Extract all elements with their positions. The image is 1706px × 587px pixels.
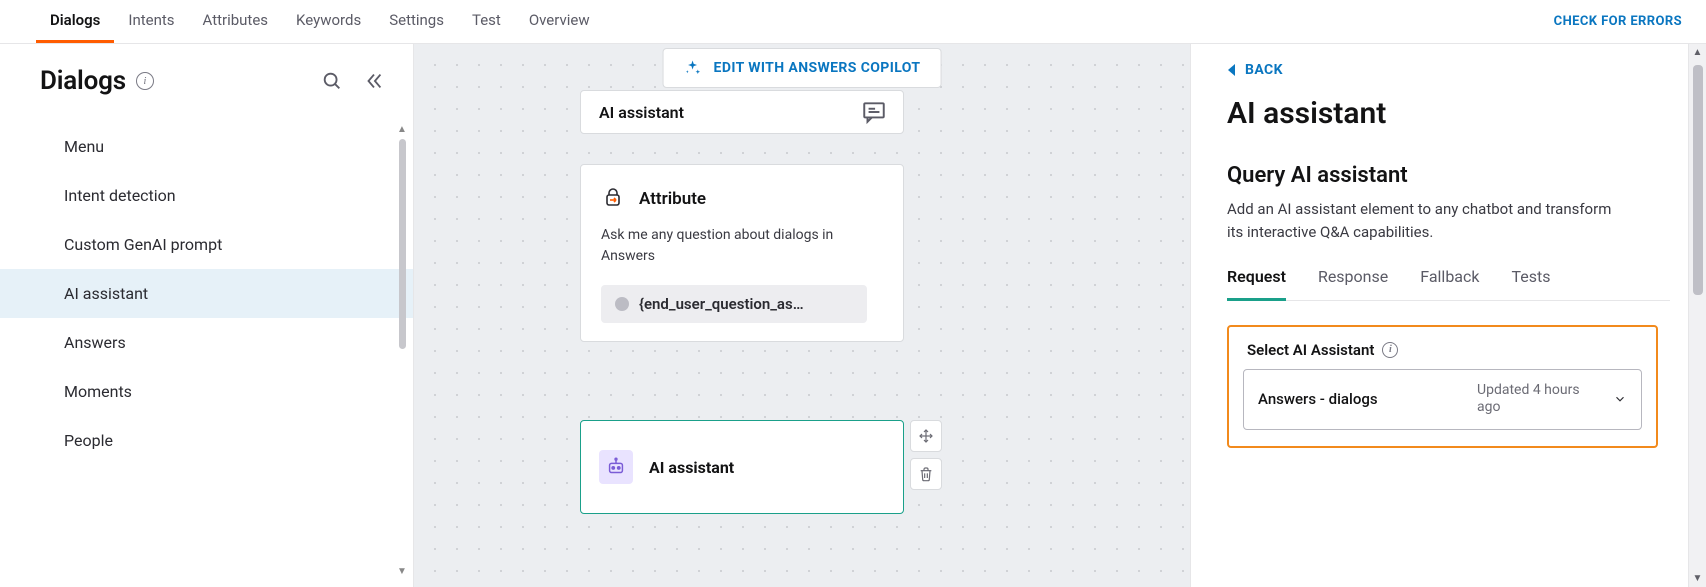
sidebar-item-ai-assistant[interactable]: AI assistant: [0, 269, 413, 318]
sidebar-item-intent-detection[interactable]: Intent detection: [0, 171, 413, 220]
tab-keywords[interactable]: Keywords: [282, 1, 375, 43]
panel-tabs: Request Response Fallback Tests: [1227, 267, 1670, 301]
attribute-icon: [601, 187, 625, 211]
node-attribute[interactable]: Attribute Ask me any question about dial…: [580, 164, 904, 342]
copilot-label: EDIT WITH ANSWERS COPILOT: [714, 60, 921, 76]
sparkle-icon: [684, 59, 702, 77]
delete-node-button[interactable]: [910, 458, 942, 490]
select-updated-label: Updated 4 hours ago: [1477, 382, 1597, 417]
chip-text: {end_user_question_as…: [639, 295, 804, 313]
panel-tab-response[interactable]: Response: [1318, 267, 1388, 300]
tab-overview[interactable]: Overview: [515, 1, 604, 43]
sidebar-item-menu[interactable]: Menu: [0, 122, 413, 171]
attribute-chip[interactable]: {end_user_question_as…: [601, 285, 867, 323]
dialog-canvas[interactable]: EDIT WITH ANSWERS COPILOT AI assistant A…: [414, 44, 1190, 587]
panel-subtitle: Query AI assistant: [1227, 163, 1670, 188]
tab-attributes[interactable]: Attributes: [189, 1, 283, 43]
top-tabs-list: Dialogs Intents Attributes Keywords Sett…: [36, 1, 604, 43]
tab-dialogs[interactable]: Dialogs: [36, 1, 114, 43]
sidebar-item-custom-genai-prompt[interactable]: Custom GenAI prompt: [0, 220, 413, 269]
sidebar-title: Dialogs: [40, 66, 126, 96]
sidebar-list: Menu Intent detection Custom GenAI promp…: [0, 114, 413, 465]
scroll-down-arrow-icon[interactable]: ▼: [397, 566, 407, 577]
sidebar-item-answers[interactable]: Answers: [0, 318, 413, 367]
ai-assistant-select[interactable]: Answers - dialogs Updated 4 hours ago: [1243, 369, 1642, 430]
sidebar-item-moments[interactable]: Moments: [0, 367, 413, 416]
scroll-up-arrow-icon[interactable]: ▲: [1693, 44, 1703, 61]
tab-intents[interactable]: Intents: [114, 1, 188, 43]
select-ai-assistant-label: Select AI Assistant: [1247, 341, 1374, 359]
search-icon[interactable]: [321, 70, 343, 92]
node-attribute-title: Attribute: [639, 189, 706, 209]
node-actions: [910, 420, 942, 490]
scroll-thumb[interactable]: [399, 139, 406, 349]
info-icon[interactable]: i: [1382, 342, 1398, 358]
select-value: Answers - dialogs: [1258, 390, 1378, 408]
sidebar: Dialogs i Menu Intent detection Custom G…: [0, 44, 414, 587]
node-ai-assistant-header[interactable]: AI assistant: [580, 90, 904, 134]
move-node-button[interactable]: [910, 420, 942, 452]
page-scrollbar[interactable]: ▲ ▼: [1688, 44, 1706, 587]
right-panel: BACK AI assistant Query AI assistant Add…: [1190, 44, 1706, 587]
info-icon[interactable]: i: [136, 72, 154, 90]
scroll-thumb[interactable]: [1693, 65, 1703, 295]
sidebar-scrollbar[interactable]: ▲ ▼: [397, 124, 407, 577]
sidebar-header: Dialogs i: [0, 44, 413, 114]
node-title: AI assistant: [649, 458, 734, 477]
robot-icon: [599, 450, 633, 484]
check-for-errors-button[interactable]: CHECK FOR ERRORS: [1554, 14, 1682, 29]
node-title: AI assistant: [599, 103, 684, 122]
node-ai-assistant-selected[interactable]: AI assistant: [580, 420, 904, 514]
node-attribute-description: Ask me any question about dialogs in Ans…: [601, 225, 883, 267]
chat-icon: [861, 99, 887, 125]
panel-tab-request[interactable]: Request: [1227, 267, 1286, 301]
select-ai-assistant-section: Select AI Assistant i Answers - dialogs …: [1227, 325, 1658, 448]
collapse-sidebar-icon[interactable]: [363, 70, 385, 92]
panel-tab-fallback[interactable]: Fallback: [1420, 267, 1479, 300]
scroll-down-arrow-icon[interactable]: ▼: [1693, 570, 1703, 587]
sidebar-item-people[interactable]: People: [0, 416, 413, 465]
tab-test[interactable]: Test: [458, 1, 515, 43]
chevron-down-icon: [1613, 392, 1627, 406]
scroll-up-arrow-icon[interactable]: ▲: [397, 124, 407, 135]
tab-settings[interactable]: Settings: [375, 1, 458, 43]
panel-title: AI assistant: [1227, 96, 1670, 131]
back-label: BACK: [1245, 62, 1283, 78]
chip-dot-icon: [615, 297, 629, 311]
back-button[interactable]: BACK: [1227, 62, 1670, 78]
panel-description: Add an AI assistant element to any chatb…: [1227, 198, 1627, 245]
top-tabs: Dialogs Intents Attributes Keywords Sett…: [0, 0, 1706, 44]
edit-with-copilot-button[interactable]: EDIT WITH ANSWERS COPILOT: [663, 48, 942, 88]
panel-tab-tests[interactable]: Tests: [1511, 267, 1550, 300]
